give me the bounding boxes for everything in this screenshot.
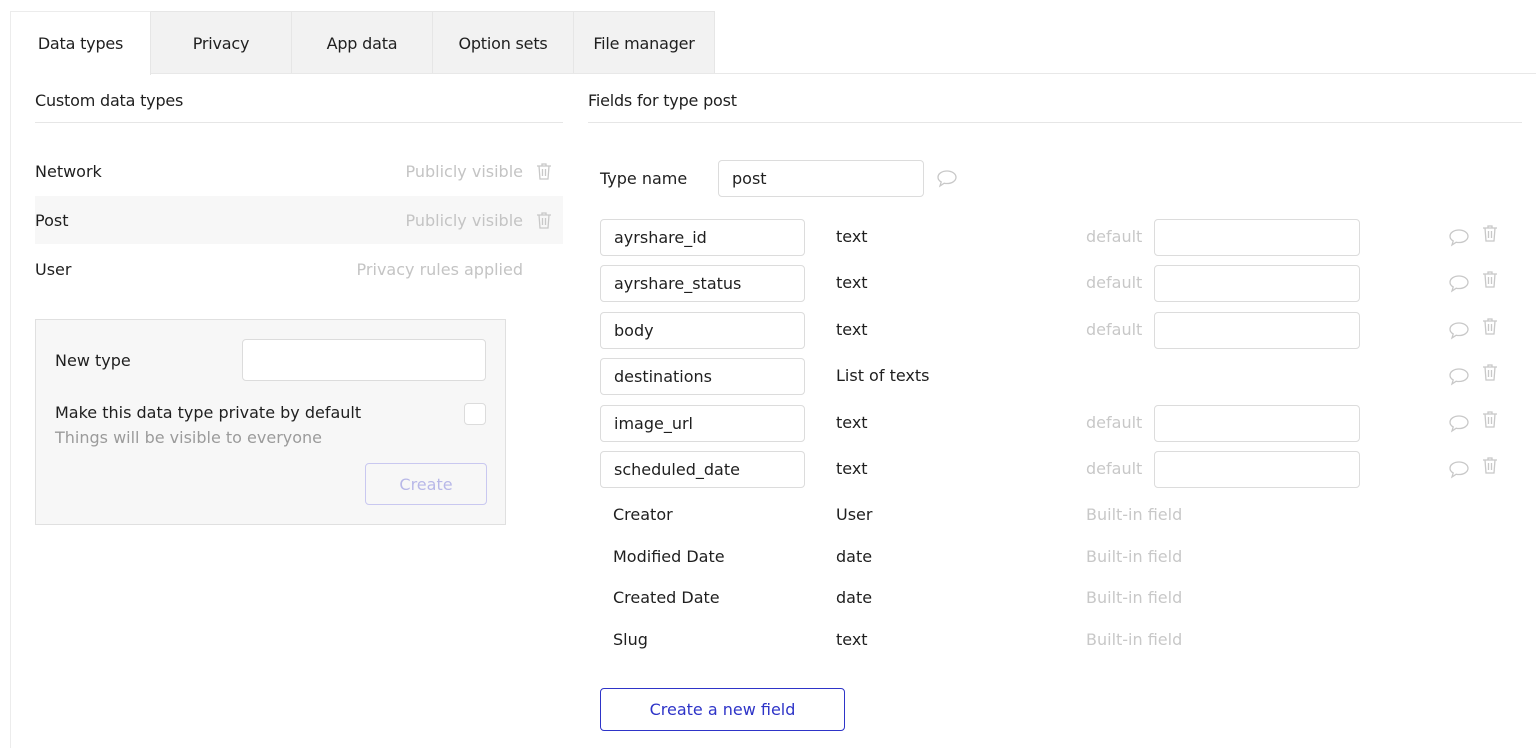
type-name-label: Type name	[600, 169, 688, 188]
field-default-label: default	[1086, 320, 1143, 339]
trash-icon[interactable]	[1482, 456, 1498, 474]
field-name-input[interactable]	[600, 358, 805, 395]
data-type-name: Post	[35, 210, 69, 230]
field-type[interactable]: text	[836, 320, 868, 339]
private-by-default-label: Make this data type private by default	[55, 403, 362, 422]
builtin-field-row-created-date: Created Date date Built-in field	[613, 588, 1213, 612]
private-by-default-checkbox[interactable]	[464, 403, 486, 425]
left-divider	[35, 122, 563, 123]
tab-bar-divider	[151, 73, 1536, 74]
field-row-body: text default	[600, 312, 1520, 349]
trash-icon[interactable]	[536, 211, 552, 229]
field-type[interactable]: text	[836, 413, 868, 432]
field-type[interactable]: List of texts	[836, 366, 929, 385]
field-type[interactable]: text	[836, 227, 868, 246]
field-type[interactable]: text	[836, 459, 868, 478]
field-default-input[interactable]	[1154, 219, 1360, 256]
type-name-input[interactable]	[718, 160, 924, 197]
new-type-panel: New type Make this data type private by …	[35, 319, 506, 525]
field-name-input[interactable]	[600, 219, 805, 256]
trash-icon[interactable]	[1482, 270, 1498, 288]
trash-icon[interactable]	[1482, 224, 1498, 242]
builtin-field-type: date	[836, 547, 873, 566]
data-type-name: User	[35, 259, 72, 279]
speech-bubble-icon[interactable]	[1448, 414, 1470, 434]
builtin-field-tag: Built-in field	[1086, 588, 1183, 607]
field-type[interactable]: text	[836, 273, 868, 292]
data-type-row-post[interactable]: Post Publicly visible	[35, 196, 563, 244]
field-name-input[interactable]	[600, 451, 805, 488]
data-type-privacy: Privacy rules applied	[356, 259, 523, 279]
tab-file-manager[interactable]: File manager	[574, 11, 715, 74]
field-name-input[interactable]	[600, 405, 805, 442]
data-type-privacy: Publicly visible	[405, 161, 524, 181]
builtin-field-row-modified-date: Modified Date date Built-in field	[613, 547, 1213, 571]
builtin-field-row-creator: Creator User Built-in field	[613, 505, 1213, 529]
trash-icon[interactable]	[1482, 317, 1498, 335]
builtin-field-tag: Built-in field	[1086, 547, 1183, 566]
data-type-row-user[interactable]: User Privacy rules applied	[35, 245, 563, 293]
speech-bubble-icon[interactable]	[936, 169, 958, 189]
field-default-input[interactable]	[1154, 405, 1360, 442]
field-default-input[interactable]	[1154, 451, 1360, 488]
builtin-field-row-slug: Slug text Built-in field	[613, 630, 1213, 654]
builtin-field-tag: Built-in field	[1086, 630, 1183, 649]
create-new-field-button[interactable]: Create a new field	[600, 688, 845, 731]
field-default-label: default	[1086, 459, 1143, 478]
new-type-input[interactable]	[242, 339, 486, 381]
trash-icon[interactable]	[536, 162, 552, 180]
builtin-field-type: text	[836, 630, 868, 649]
trash-icon[interactable]	[1482, 410, 1498, 428]
field-row-ayrshare-status: text default	[600, 265, 1520, 302]
tab-option-sets[interactable]: Option sets	[433, 11, 574, 74]
tab-app-data[interactable]: App data	[292, 11, 433, 74]
field-row-scheduled-date: text default	[600, 451, 1520, 488]
field-row-image-url: text default	[600, 405, 1520, 442]
builtin-field-name: Created Date	[613, 588, 720, 607]
trash-icon[interactable]	[1482, 363, 1498, 381]
field-default-label: default	[1086, 273, 1143, 292]
builtin-field-tag: Built-in field	[1086, 505, 1183, 524]
builtin-field-name: Slug	[613, 630, 648, 649]
field-default-input[interactable]	[1154, 312, 1360, 349]
tab-bar: Data types Privacy App data Option sets …	[10, 11, 715, 75]
speech-bubble-icon[interactable]	[1448, 274, 1470, 294]
field-row-ayrshare-id: text default	[600, 219, 1520, 256]
right-divider	[588, 122, 1522, 123]
speech-bubble-icon[interactable]	[1448, 460, 1470, 480]
field-name-input[interactable]	[600, 265, 805, 302]
speech-bubble-icon[interactable]	[1448, 228, 1470, 248]
custom-data-types-title: Custom data types	[35, 91, 184, 110]
data-type-name: Network	[35, 161, 102, 181]
data-type-row-network[interactable]: Network Publicly visible	[35, 147, 563, 195]
new-type-label: New type	[55, 351, 131, 370]
field-default-input[interactable]	[1154, 265, 1360, 302]
builtin-field-type: User	[836, 505, 873, 524]
data-type-privacy: Publicly visible	[405, 210, 524, 230]
speech-bubble-icon[interactable]	[1448, 367, 1470, 387]
tab-privacy[interactable]: Privacy	[151, 11, 292, 74]
builtin-field-type: date	[836, 588, 873, 607]
field-default-label: default	[1086, 413, 1143, 432]
private-by-default-hint: Things will be visible to everyone	[55, 428, 323, 447]
builtin-field-name: Creator	[613, 505, 673, 524]
fields-title: Fields for type post	[588, 91, 737, 110]
field-name-input[interactable]	[600, 312, 805, 349]
speech-bubble-icon[interactable]	[1448, 321, 1470, 341]
create-type-button[interactable]: Create	[365, 463, 487, 505]
tab-data-types[interactable]: Data types	[10, 11, 151, 75]
builtin-field-name: Modified Date	[613, 547, 725, 566]
field-row-destinations: List of texts	[600, 358, 1520, 395]
field-default-label: default	[1086, 227, 1143, 246]
